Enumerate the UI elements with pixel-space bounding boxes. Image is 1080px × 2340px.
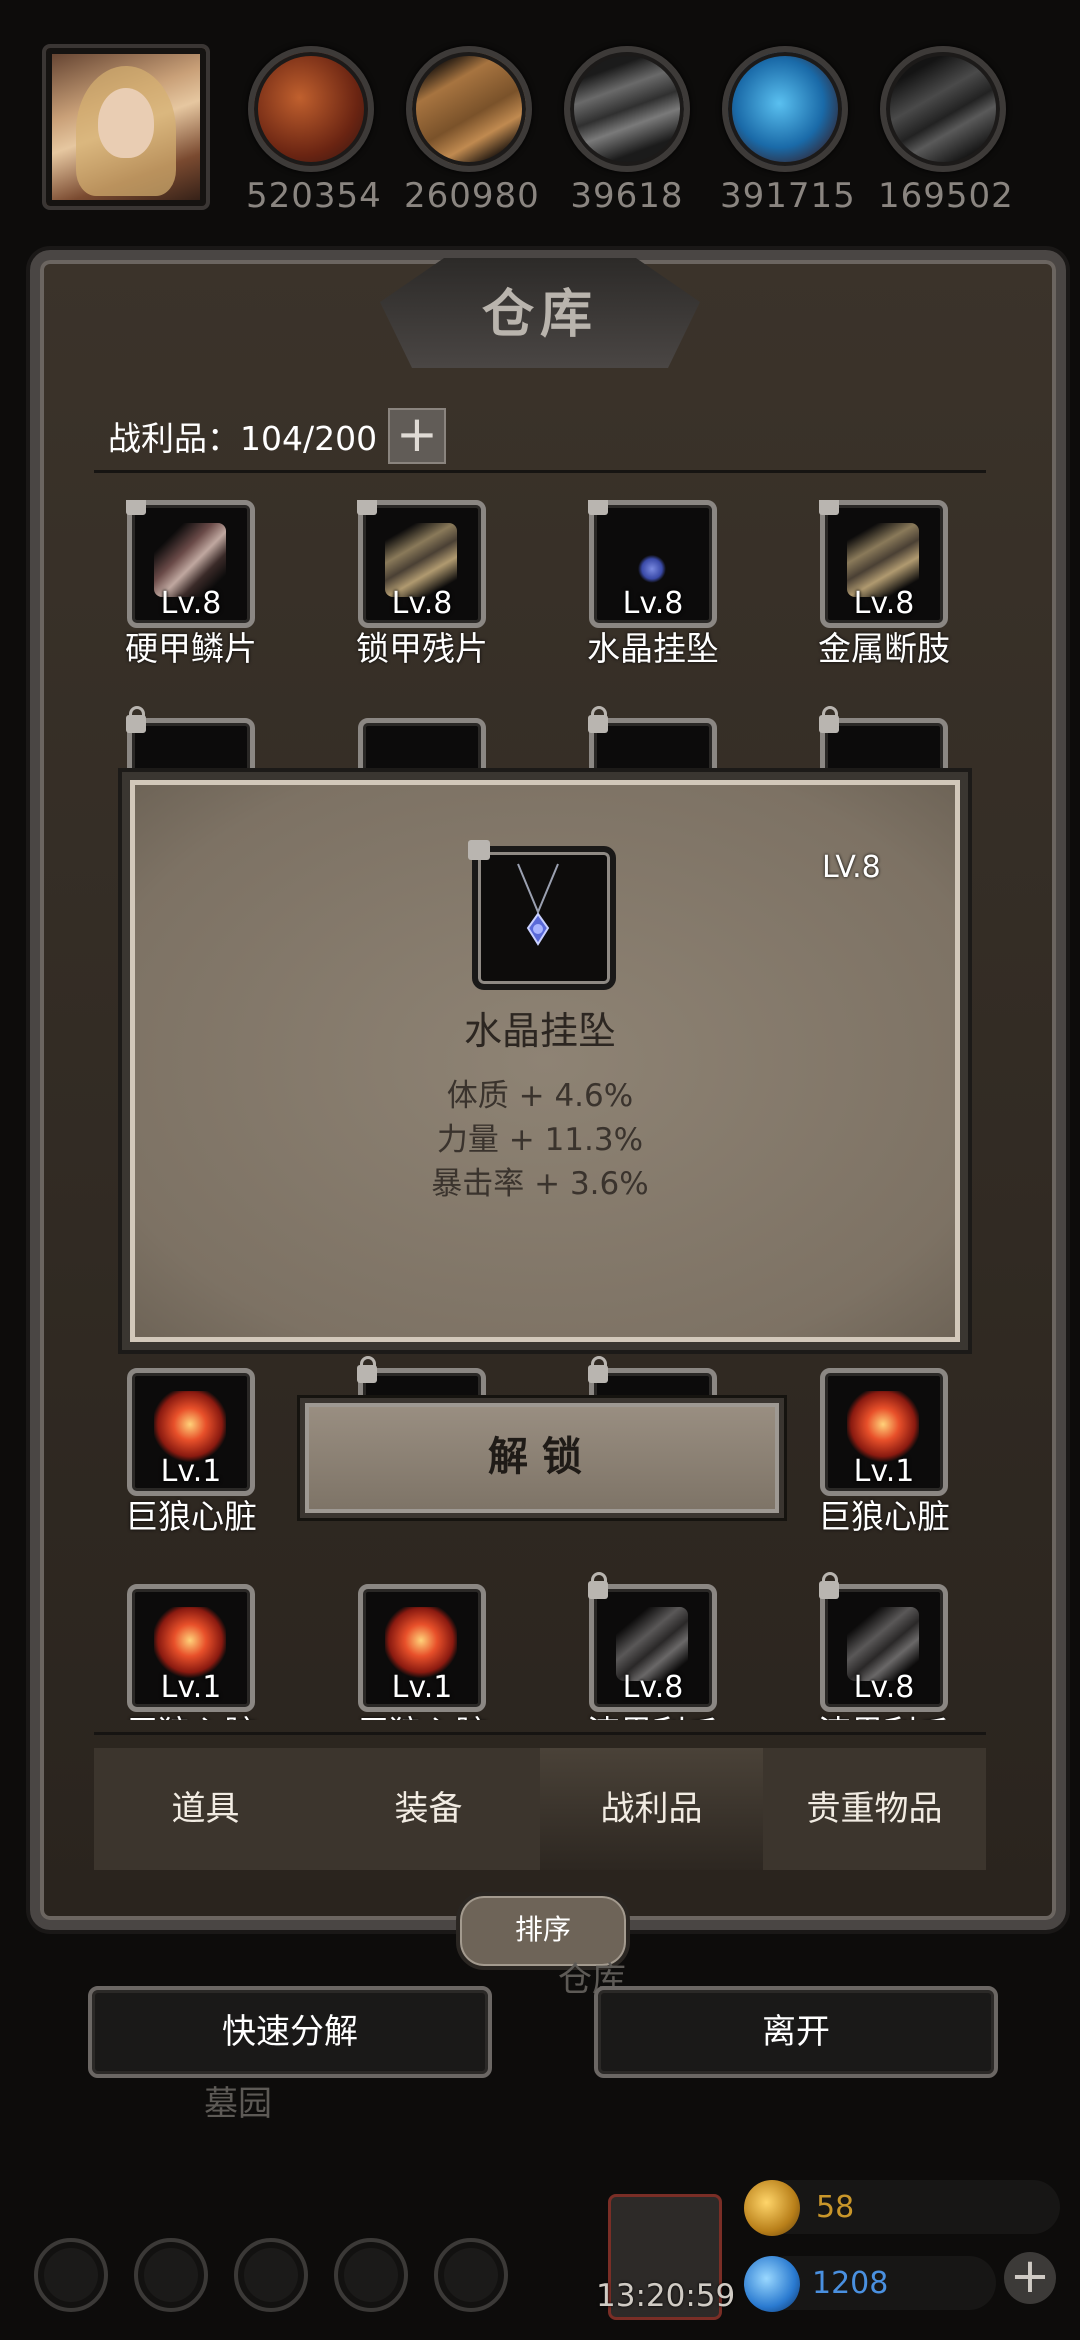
gold-value: 58: [816, 2190, 855, 2225]
item-level: Lv.8: [622, 1670, 684, 1705]
iron-ingot-icon: [564, 46, 690, 172]
lock-icon: [588, 1356, 608, 1383]
resource-iron[interactable]: 39618: [562, 46, 692, 216]
pendant-icon: [468, 840, 616, 990]
divider: [94, 1732, 986, 1735]
tab-equipment[interactable]: 装备: [317, 1748, 540, 1870]
panel-title: 仓库: [481, 285, 598, 345]
lock-icon: [819, 500, 839, 515]
lock-icon: [357, 1356, 377, 1383]
loot-capacity: 战利品：104/200: [108, 419, 378, 458]
tab-items[interactable]: 道具: [94, 1748, 317, 1870]
leave-button[interactable]: 离开: [594, 1986, 998, 2078]
resource-value: 169502: [878, 176, 1014, 216]
currency-gold-bar: [760, 2180, 1060, 2234]
item-name: 巨狼心脏: [818, 1497, 950, 1536]
unlock-button[interactable]: 解锁: [300, 1398, 784, 1518]
item-name: 水晶挂坠: [587, 629, 719, 668]
item-level: Lv.1: [853, 1454, 915, 1489]
item-name: 巨狼心脏: [125, 1497, 257, 1536]
item-slot[interactable]: Lv.8 锁甲残片: [327, 500, 517, 668]
lock-icon: [357, 500, 377, 515]
item-slot[interactable]: Lv.8 金属断肢: [789, 500, 960, 668]
item-level: Lv.8: [853, 1670, 915, 1705]
gate-icon[interactable]: [234, 2238, 308, 2312]
wood-icon: [406, 46, 532, 172]
item-slot[interactable]: Lv.8 漆黑利爪: [558, 1572, 748, 1720]
resource-value: 391715: [720, 176, 856, 216]
quick-decompose-button[interactable]: 快速分解: [88, 1986, 492, 2078]
resource-value: 260980: [404, 176, 540, 216]
resource-value: 520354: [246, 176, 382, 216]
item-slot[interactable]: Lv.1 巨狼心脏: [789, 1368, 960, 1536]
detail-stats: 体质 + 4.6% 力量 + 11.3% 暴击率 + 3.6%: [130, 1074, 950, 1206]
resource-meat[interactable]: 520354: [246, 46, 382, 216]
resource-dark-metal[interactable]: 169502: [878, 46, 1014, 216]
lock-icon: [819, 706, 839, 733]
stat-strength: 力量 + 11.3%: [436, 1122, 644, 1158]
stat-crit-rate: 暴击率 + 3.6%: [431, 1166, 649, 1202]
dark-metal-icon: [880, 46, 1006, 172]
item-name: 金属断肢: [818, 629, 950, 668]
divider: [94, 470, 986, 473]
resource-wood[interactable]: 260980: [404, 46, 540, 216]
player-avatar[interactable]: [42, 44, 210, 210]
gift-timer: 13:20:59: [596, 2278, 736, 2314]
lock-icon: [588, 706, 608, 733]
item-level: Lv.1: [391, 1670, 453, 1705]
resource-value: 39618: [570, 176, 684, 216]
item-slot[interactable]: Lv.1 巨狼心脏: [120, 1584, 286, 1720]
map-label-graveyard: 墓园: [204, 2084, 272, 2124]
add-currency-button[interactable]: +: [1004, 2252, 1056, 2304]
item-slot[interactable]: Lv.8 水晶挂坠: [558, 500, 748, 668]
item-slot[interactable]: Lv.1 巨狼心脏: [120, 1368, 286, 1536]
item-level: Lv.8: [160, 586, 222, 621]
lock-icon: [819, 1572, 839, 1599]
gem-value: 1208: [812, 2266, 889, 2301]
resource-crystal[interactable]: 391715: [720, 46, 856, 216]
lock-icon: [588, 1572, 608, 1599]
item-level: Lv.8: [391, 586, 453, 621]
item-level: Lv.8: [622, 586, 684, 621]
detail-item-name: 水晶挂坠: [463, 1009, 616, 1053]
item-name: 锁甲残片: [356, 629, 488, 668]
blue-gem-icon: [744, 2256, 800, 2312]
detail-level: LV.8: [822, 850, 881, 885]
mail-icon[interactable]: [334, 2238, 408, 2312]
settings-icon[interactable]: [34, 2238, 108, 2312]
lock-icon: [588, 500, 608, 515]
tab-valuables[interactable]: 贵重物品: [763, 1748, 986, 1870]
item-slot[interactable]: Lv.8 硬甲鳞片: [120, 500, 286, 668]
item-slot[interactable]: Lv.1 巨狼心脏: [327, 1584, 517, 1720]
item-level: Lv.1: [160, 1670, 222, 1705]
lock-icon: [126, 500, 146, 515]
crystal-icon: [722, 46, 848, 172]
task-icon[interactable]: [434, 2238, 508, 2312]
achievement-icon[interactable]: [134, 2238, 208, 2312]
item-level: Lv.1: [160, 1454, 222, 1489]
expand-capacity-button[interactable]: +: [388, 408, 446, 464]
item-name: 硬甲鳞片: [125, 629, 257, 668]
item-level: Lv.8: [853, 586, 915, 621]
tab-loot[interactable]: 战利品: [540, 1748, 763, 1870]
category-tabs: 道具 装备 战利品 贵重物品: [94, 1748, 986, 1870]
item-slot[interactable]: Lv.8 漆黑利爪: [789, 1572, 960, 1720]
gold-coin-icon: [744, 2180, 800, 2236]
stat-constitution: 体质 + 4.6%: [446, 1078, 634, 1114]
meat-icon: [248, 46, 374, 172]
lock-icon: [126, 706, 146, 733]
